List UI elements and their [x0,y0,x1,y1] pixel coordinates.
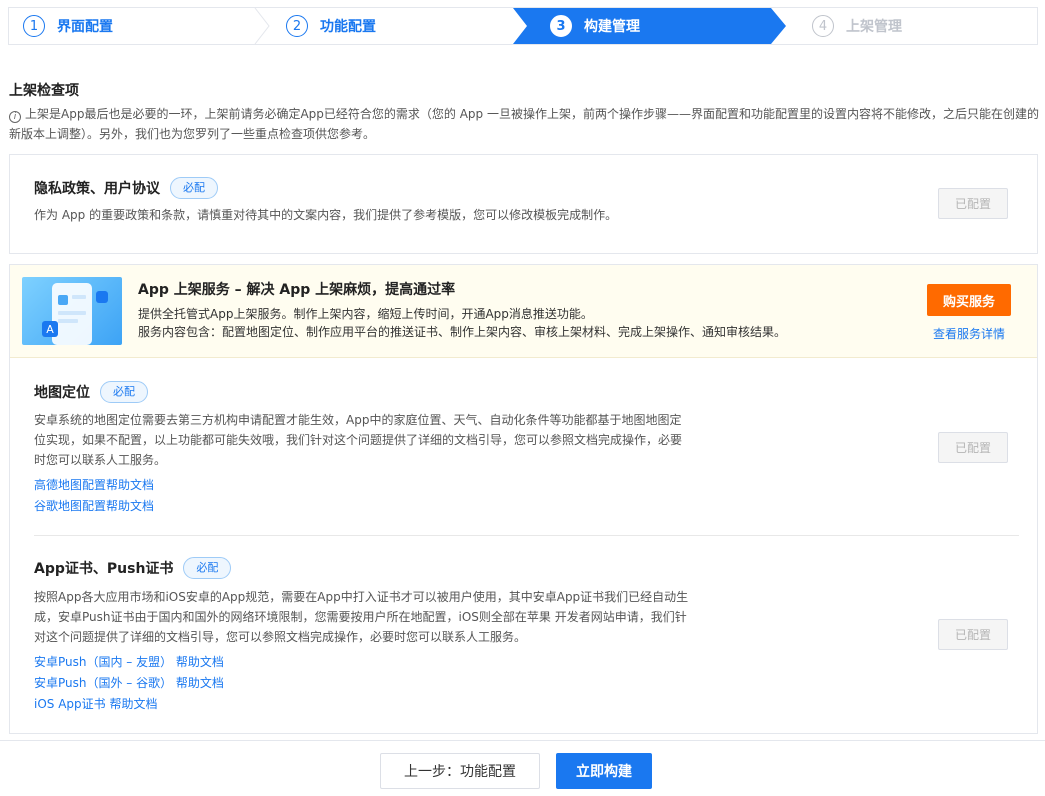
cert-title: App证书、Push证书 必配 [34,557,232,579]
step-build-manage[interactable]: 3 构建管理 [550,8,640,44]
checklist-card: A App 上架服务 – 解决 App 上架麻烦，提高通过率 提供全托管式App… [9,264,1038,734]
steps-bar: 1 界面配置 2 功能配置 3 构建管理 4 上架管理 [8,7,1038,45]
step-publish-manage[interactable]: 4 上架管理 [812,8,902,44]
info-icon: i [9,111,21,123]
step-separator-icon [254,8,270,44]
section-title: 上架检查项 [9,83,79,99]
cert-desc-line: 成，安卓Push证书由于国内和国外的网络环境限制，您需要按用户所在地配置，iOS… [34,610,687,624]
notice-content: 上架是App最后也是必要的一环，上架前请务必确定App已经符合您的需求（您的 A… [9,107,1039,141]
promo-desc-line: 提供全托管式App上架服务。制作上架内容，缩短上传时间，开通App消息推送功能。 [138,307,593,321]
google-map-help-link[interactable]: 谷歌地图配置帮助文档 [34,497,154,514]
cert-desc-line: 对这个问题提供了详细的文档引导，您可以参照文档完成操作，必要时您可以联系人工服务… [34,630,527,644]
map-desc-line: 时您可以联系人工服务。 [34,453,167,467]
cert-configured-button[interactable]: 已配置 [938,619,1008,650]
map-configured-button[interactable]: 已配置 [938,432,1008,463]
step-number: 1 [23,15,45,37]
service-detail-link[interactable]: 查看服务详情 [933,325,1005,342]
map-title-text: 地图定位 [34,385,90,401]
map-desc-line: 位实现，如果不配置，以上功能都可能失效哦，我们针对这个问题提供了详细的文档引导，… [34,433,683,447]
privacy-card: 隐私政策、用户协议 必配 作为 App 的重要政策和条款，请慎重对待其中的文案内… [9,154,1038,254]
notice-text: i 上架是App最后也是必要的一环，上架前请务必确定App已经符合您的需求（您的 … [9,104,1039,144]
step-number: 4 [812,15,834,37]
promo-banner: A App 上架服务 – 解决 App 上架麻烦，提高通过率 提供全托管式App… [10,265,1037,358]
privacy-desc: 作为 App 的重要政策和条款，请慎重对待其中的文案内容，我们提供了参考模版，您… [34,208,618,222]
required-badge: 必配 [100,381,148,403]
map-desc-line: 安卓系统的地图定位需要去第三方机构申请配置才能生效，App中的家庭位置、天气、自… [34,413,682,427]
step-label: 上架管理 [846,19,902,35]
map-title: 地图定位 必配 [34,381,148,403]
app-store-illustration-icon: A [42,283,108,345]
buy-service-button[interactable]: 购买服务 [927,284,1011,316]
cert-title-text: App证书、Push证书 [34,561,174,577]
promo-desc-line: 服务内容包含：配置地图定位、制作应用平台的推送证书、制作上架内容、审核上架材料、… [138,325,787,339]
footer-bar: 上一步：功能配置 立即构建 [0,740,1045,796]
step-label: 构建管理 [584,19,640,35]
cert-desc-line: 按照App各大应用市场和iOS安卓的App规范，需要在App中打入证书才可以被用… [34,590,689,604]
promo-desc: 提供全托管式App上架服务。制作上架内容，缩短上传时间，开通App消息推送功能。… [138,305,786,341]
privacy-configured-button[interactable]: 已配置 [938,188,1008,219]
svg-text:A: A [46,323,54,336]
step-ui-config[interactable]: 1 界面配置 [23,8,113,44]
ios-cert-help-link[interactable]: iOS App证书 帮助文档 [34,695,157,712]
cert-desc: 按照App各大应用市场和iOS安卓的App规范，需要在App中打入证书才可以被用… [34,587,688,647]
android-push-global-help-link[interactable]: 安卓Push（国外 – 谷歌） 帮助文档 [34,674,224,691]
privacy-title: 隐私政策、用户协议 必配 [34,177,218,199]
prev-step-button[interactable]: 上一步：功能配置 [380,753,540,789]
android-push-cn-help-link[interactable]: 安卓Push（国内 – 友盟） 帮助文档 [34,653,224,670]
required-badge: 必配 [183,557,232,579]
step-number: 2 [286,15,308,37]
amap-help-link[interactable]: 高德地图配置帮助文档 [34,476,154,493]
promo-image: A [22,277,122,345]
map-desc: 安卓系统的地图定位需要去第三方机构申请配置才能生效，App中的家庭位置、天气、自… [34,410,682,470]
required-badge: 必配 [170,177,218,199]
step-label: 界面配置 [57,19,113,35]
build-now-button[interactable]: 立即构建 [556,753,652,789]
step-feature-config[interactable]: 2 功能配置 [286,8,376,44]
step-number: 3 [550,15,572,37]
step-label: 功能配置 [320,19,376,35]
promo-title: App 上架服务 – 解决 App 上架麻烦，提高通过率 [138,282,456,298]
privacy-title-text: 隐私政策、用户协议 [34,181,160,197]
divider [34,535,1019,536]
